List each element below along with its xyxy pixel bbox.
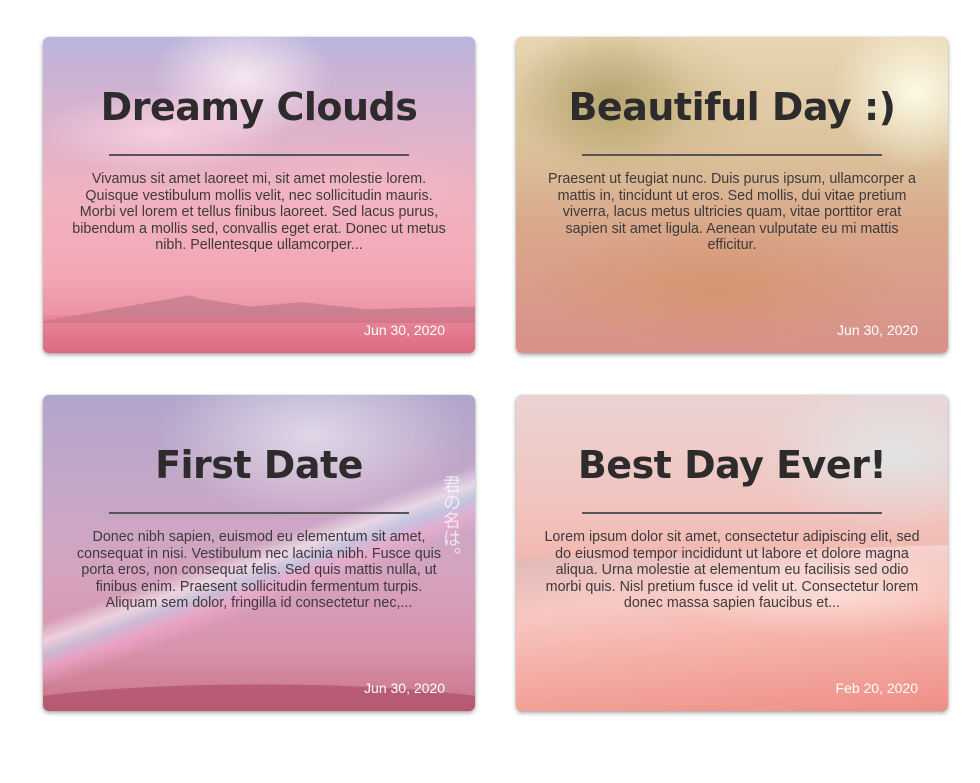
card-content: Best Day Ever! Lorem ipsum dolor sit ame…	[516, 395, 948, 711]
card-content: Beautiful Day :) Praesent ut feugiat nun…	[516, 37, 948, 353]
card-title: Best Day Ever!	[577, 443, 887, 487]
card-title: First Date	[155, 443, 363, 487]
title-divider	[582, 512, 882, 514]
card-title: Beautiful Day :)	[568, 85, 896, 129]
title-divider	[582, 154, 882, 156]
card-excerpt: Vivamus sit amet laoreet mi, sit amet mo…	[72, 171, 446, 253]
card-excerpt: Lorem ipsum dolor sit amet, consectetur …	[544, 529, 920, 611]
title-divider	[109, 512, 409, 514]
card-excerpt: Praesent ut feugiat nunc. Duis purus ips…	[548, 171, 916, 253]
card-date: Feb 20, 2020	[835, 680, 918, 696]
card-date: Jun 30, 2020	[837, 322, 918, 338]
post-card-first-date[interactable]: 君の名は。 First Date Donec nibh sapien, euis…	[43, 395, 475, 711]
card-content: Dreamy Clouds Vivamus sit amet laoreet m…	[43, 37, 475, 353]
post-card-dreamy-clouds[interactable]: Dreamy Clouds Vivamus sit amet laoreet m…	[43, 37, 475, 353]
post-card-beautiful-day[interactable]: Beautiful Day :) Praesent ut feugiat nun…	[516, 37, 948, 353]
card-date: Jun 30, 2020	[364, 680, 445, 696]
post-card-best-day-ever[interactable]: Best Day Ever! Lorem ipsum dolor sit ame…	[516, 395, 948, 711]
card-date: Jun 30, 2020	[364, 322, 445, 338]
card-grid: Dreamy Clouds Vivamus sit amet laoreet m…	[0, 0, 980, 783]
title-divider	[109, 154, 409, 156]
card-excerpt: Donec nibh sapien, euismod eu elementum …	[77, 529, 441, 611]
card-content: First Date Donec nibh sapien, euismod eu…	[43, 395, 475, 711]
card-title: Dreamy Clouds	[100, 85, 418, 129]
